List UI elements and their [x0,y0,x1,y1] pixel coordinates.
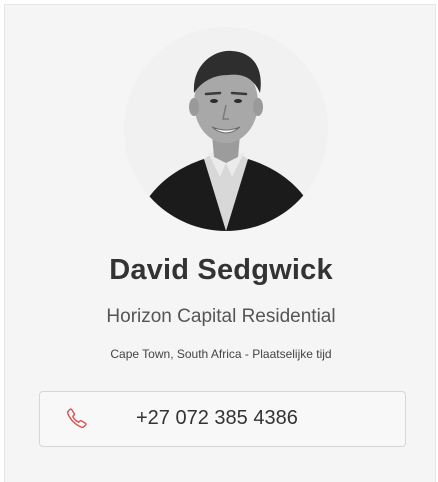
agent-name: David Sedgwick [109,254,333,286]
agent-company: Horizon Capital Residential [106,306,336,327]
agent-location: Cape Town, South Africa - Plaatselijke t… [110,347,332,361]
phone-icon [65,406,89,430]
phone-button[interactable]: +27 072 385 4386 [39,391,406,447]
avatar [124,27,328,231]
agent-card: David Sedgwick Horizon Capital Residenti… [4,4,436,482]
phone-number: +27 072 385 4386 [136,407,298,429]
